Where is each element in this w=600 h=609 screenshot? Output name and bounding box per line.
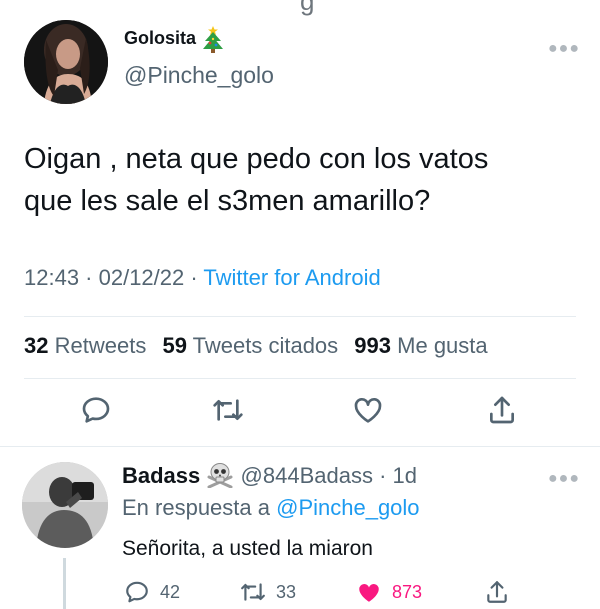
timestamp[interactable]: 12:43 · 02/12/22 · (24, 265, 203, 290)
thread-line (63, 558, 66, 609)
more-options-icon[interactable]: ●●● (548, 40, 580, 58)
like-icon (354, 398, 382, 423)
reply-handle-time[interactable]: @844Badass · 1d (241, 463, 417, 488)
reply-retweet-count: 33 (276, 581, 297, 602)
reply-icon (126, 581, 148, 603)
source-link[interactable]: Twitter for Android (203, 265, 380, 290)
reply-retweet-button[interactable]: 33 (240, 578, 296, 606)
share-icon (490, 396, 514, 424)
cropped-previous-content: g (0, 0, 600, 16)
reply-icon (82, 397, 110, 423)
reply-avatar[interactable] (22, 462, 108, 548)
reply-like-count: 873 (392, 581, 423, 602)
likes-count: 993 (354, 333, 392, 358)
retweets-count: 32 (24, 333, 49, 358)
likes-stat[interactable]: 993 Me gusta (354, 333, 487, 358)
cropped-glyph: g (300, 0, 315, 16)
quotes-count: 59 (162, 333, 187, 358)
reply-like-button[interactable]: 873 (356, 578, 422, 606)
share-button[interactable] (486, 394, 518, 426)
retweet-icon (213, 399, 243, 421)
in-reply-mention[interactable]: @Pinche_golo (276, 495, 419, 520)
section-divider (0, 446, 600, 447)
handle[interactable]: @Pinche_golo (124, 62, 274, 89)
likes-label: Me gusta (397, 333, 488, 358)
tweet-text-line: Oigan , neta que pedo con los vatos (24, 143, 489, 175)
tweet-meta: 12:43 · 02/12/22 · Twitter for Android (24, 265, 381, 291)
retweets-stat[interactable]: 32 Retweets (24, 333, 146, 358)
reply-reply-button[interactable]: 42 (124, 578, 180, 606)
reply-more-options-icon[interactable]: ●●● (548, 470, 580, 488)
divider (24, 316, 576, 317)
retweet-button[interactable] (212, 394, 244, 426)
liked-heart-icon (359, 584, 379, 602)
divider (24, 378, 576, 379)
reply-header: Badass @844Badass · 1d (122, 462, 417, 489)
profile-photo (24, 20, 108, 104)
quotes-label: Tweets citados (192, 333, 339, 358)
skull-crossbones-icon (207, 463, 233, 488)
avatar[interactable] (24, 20, 108, 104)
reply-share-button[interactable] (484, 578, 510, 606)
quotes-stat[interactable]: 59 Tweets citados (162, 333, 338, 358)
like-button[interactable] (352, 394, 384, 426)
in-reply-to: En respuesta a @Pinche_golo (122, 495, 420, 521)
retweets-label: Retweets (54, 333, 147, 358)
tweet-text-line: que les sale el s3men amarillo? (24, 185, 431, 217)
share-icon (487, 581, 507, 603)
christmas-tree-icon (203, 26, 224, 53)
reply-button[interactable] (80, 394, 112, 426)
reply-reply-count: 42 (160, 581, 181, 602)
tweet-stats: 32 Retweets 59 Tweets citados 993 Me gus… (24, 333, 488, 359)
reply-text: Señorita, a usted la miaron (122, 537, 373, 560)
in-reply-prefix: En respuesta a (122, 495, 277, 520)
tweet-screenshot: g Golosita @Pinche_golo ●●● Oigan , neta… (0, 0, 600, 609)
retweet-icon (241, 583, 265, 601)
reply-display-name[interactable]: Badass (122, 463, 200, 488)
display-name-text: Golosita (124, 28, 197, 48)
tweet-text: Oigan , neta que pedo con los vatos que … (24, 138, 584, 222)
display-name[interactable]: Golosita (124, 26, 224, 54)
reply-profile-photo (22, 462, 108, 548)
